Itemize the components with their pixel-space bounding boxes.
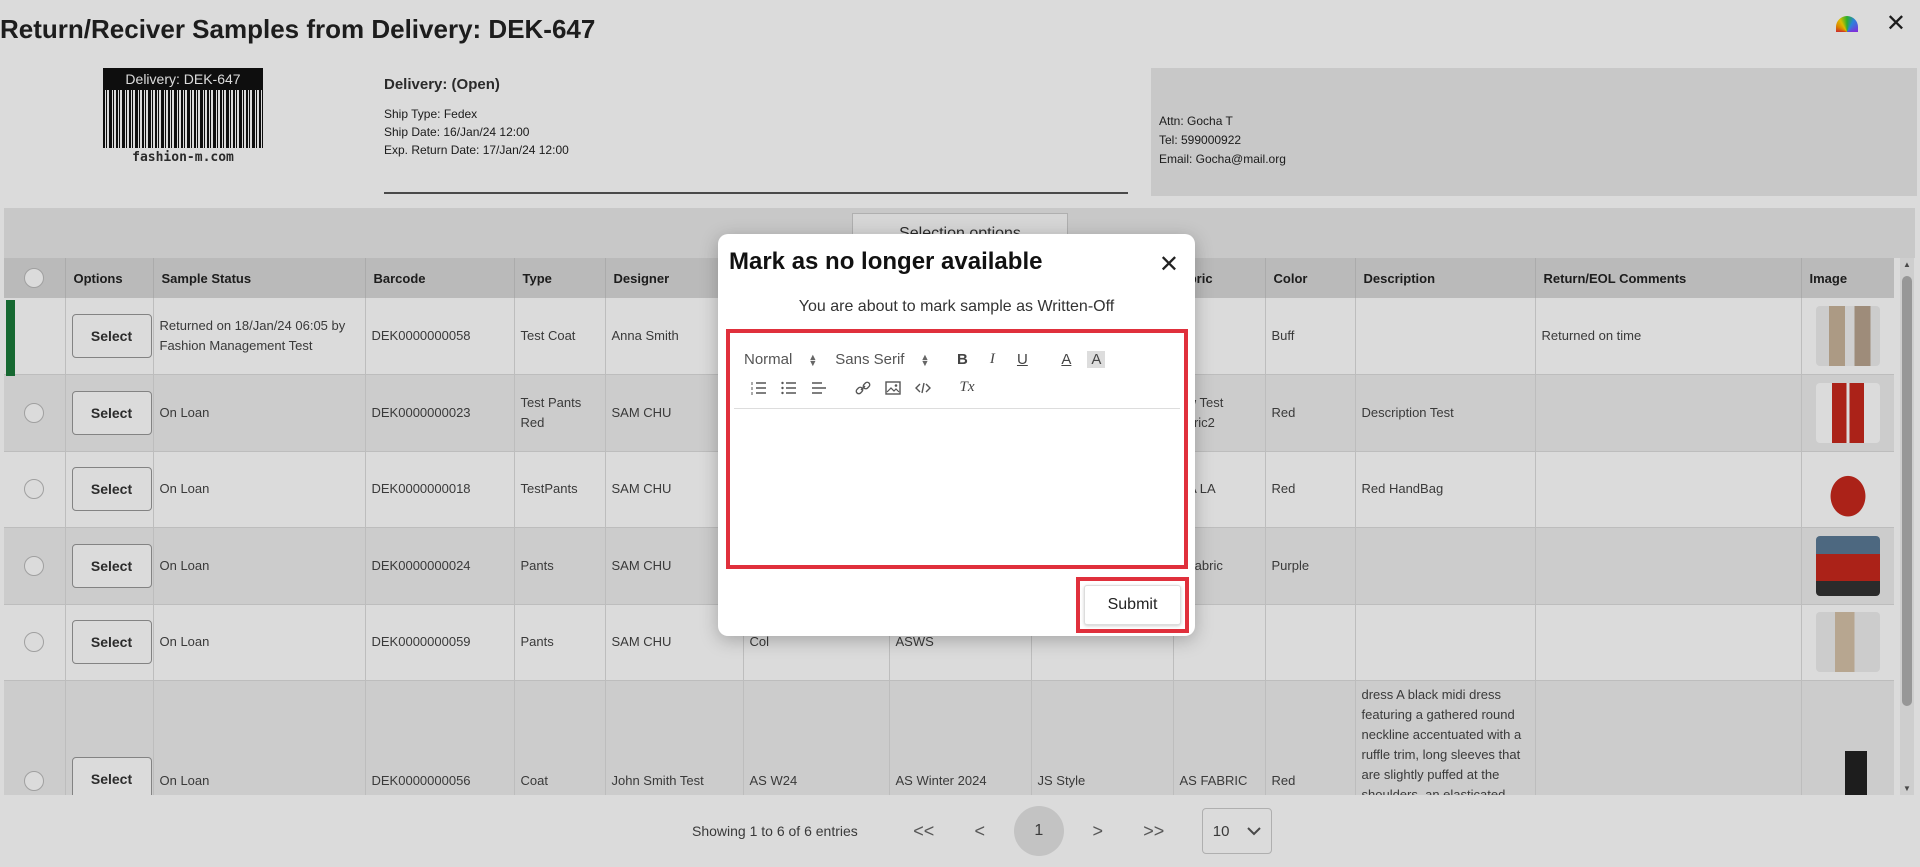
align-icon[interactable] xyxy=(804,381,834,395)
close-icon[interactable]: ✕ xyxy=(1159,250,1179,279)
submit-highlight: Submit xyxy=(1076,577,1189,633)
bullet-list-icon[interactable] xyxy=(774,381,804,395)
image-icon[interactable] xyxy=(878,380,908,395)
sort-arrows-icon: ▲ ▼ xyxy=(808,351,818,368)
rich-text-editor: Normal ▲ ▼ Sans Serif ▲ ▼ B I U A A Tx xyxy=(726,329,1188,569)
link-icon[interactable] xyxy=(848,381,878,395)
background-color-button[interactable]: A xyxy=(1087,351,1106,368)
mark-unavailable-modal: Mark as no longer available ✕ You are ab… xyxy=(718,234,1195,636)
code-icon[interactable] xyxy=(908,381,938,395)
editor-toolbar: Normal ▲ ▼ Sans Serif ▲ ▼ B I U A A Tx xyxy=(734,337,1180,409)
font-color-button[interactable]: A xyxy=(1051,351,1081,368)
modal-message: You are about to mark sample as Written-… xyxy=(798,298,1115,315)
font-select[interactable]: Sans Serif ▲ ▼ xyxy=(835,351,929,368)
clear-format-button[interactable]: Tx xyxy=(952,379,982,396)
sort-arrows-icon: ▲ ▼ xyxy=(920,351,930,368)
ordered-list-icon[interactable] xyxy=(744,381,774,395)
toolbar-row-2: Tx xyxy=(744,379,982,396)
italic-button[interactable]: I xyxy=(977,351,1007,368)
header-select-value: Normal xyxy=(744,351,793,368)
header-select[interactable]: Normal ▲ ▼ xyxy=(744,351,817,368)
toolbar-row-1: Normal ▲ ▼ Sans Serif ▲ ▼ B I U A A xyxy=(744,351,1106,368)
modal-title: Mark as no longer available xyxy=(729,248,1043,275)
submit-button[interactable]: Submit xyxy=(1084,585,1181,625)
comment-editor-area[interactable] xyxy=(734,409,1180,561)
underline-button[interactable]: U xyxy=(1007,351,1037,368)
font-select-value: Sans Serif xyxy=(835,351,905,368)
bold-button[interactable]: B xyxy=(947,351,977,368)
